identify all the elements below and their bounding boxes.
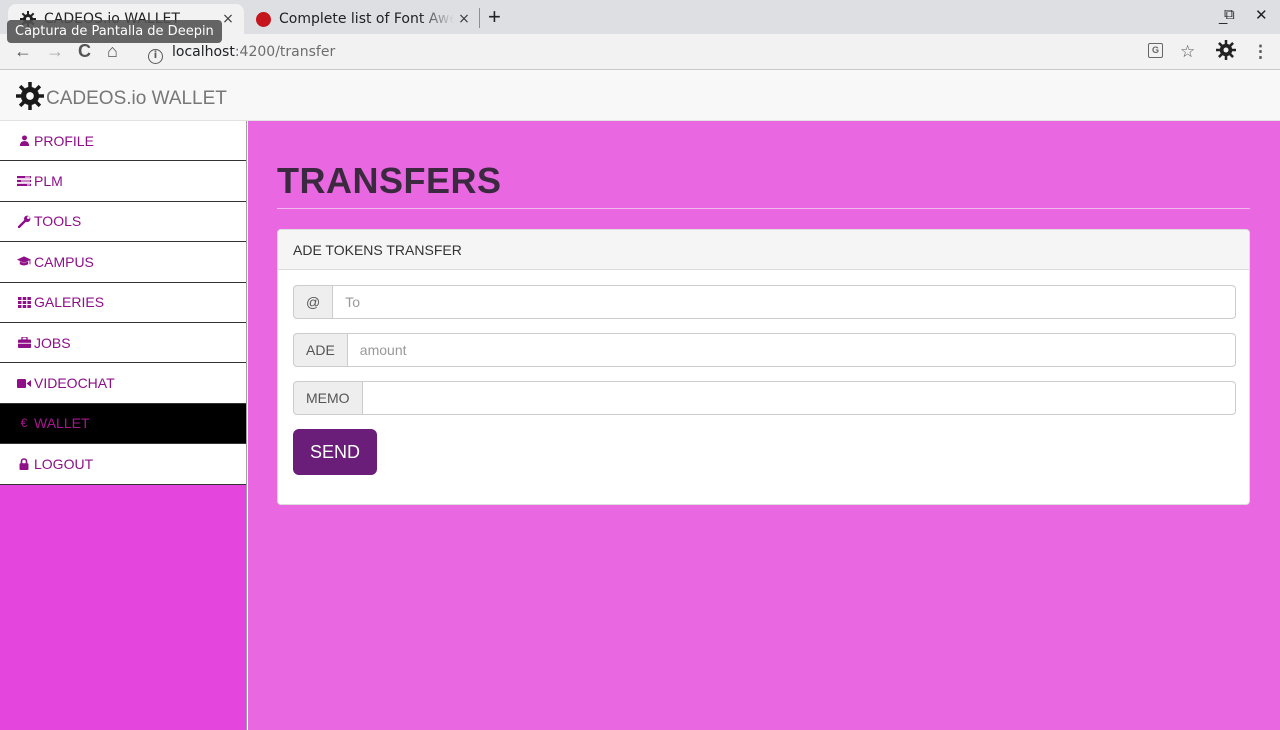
ade-addon: ADE xyxy=(293,333,347,367)
user-icon xyxy=(17,135,31,147)
tooltip: Captura de Pantalla de Deepin xyxy=(7,20,222,43)
brand-name: CADEOS.io WALLET xyxy=(46,88,227,109)
restore-button[interactable]: ⧉ xyxy=(1224,6,1235,23)
forward-arrow-icon[interactable]: → xyxy=(46,40,64,62)
tab-close-icon[interactable]: × xyxy=(454,11,474,27)
bookmark-star-icon[interactable]: ☆ xyxy=(1180,42,1195,62)
brand-link[interactable]: CADEOS.io WALLET xyxy=(16,82,227,116)
sidebar-item-profile[interactable]: PROFILE xyxy=(0,121,246,162)
red-circle-favicon-icon xyxy=(256,11,271,27)
sidebar-item-jobs[interactable]: JOBS xyxy=(0,322,246,364)
reload-icon[interactable]: C xyxy=(78,40,91,62)
amount-input-group: ADE xyxy=(293,333,1236,367)
home-icon[interactable]: ⌂ xyxy=(107,40,118,62)
sidebar-item-label: WALLET xyxy=(34,415,90,432)
menu-kebab-icon[interactable]: ⋮ xyxy=(1252,42,1269,62)
url-path: :4200/transfer xyxy=(234,44,336,60)
tab-title: Complete list of Font Awesome xyxy=(279,11,454,27)
sidebar-item-videochat[interactable]: VIDEOCHAT xyxy=(0,363,246,404)
briefcase-icon xyxy=(17,337,31,349)
main-content: TRANSFERS ADE TOKENS TRANSFER @ ADE MEMO… xyxy=(248,121,1280,730)
sidebar-item-wallet[interactable]: € WALLET xyxy=(0,403,246,445)
sidebar-item-label: JOBS xyxy=(34,334,71,351)
sidebar-item-label: PLM xyxy=(34,173,63,190)
sidebar-item-label: CAMPUS xyxy=(34,253,94,270)
to-input-group: @ xyxy=(293,285,1236,319)
sidebar-item-label: VIDEOCHAT xyxy=(34,375,115,392)
transfer-panel: ADE TOKENS TRANSFER @ ADE MEMO SEND xyxy=(277,229,1250,505)
euro-icon: € xyxy=(20,416,28,431)
to-input[interactable] xyxy=(332,285,1236,319)
close-window-button[interactable]: ✕ xyxy=(1255,6,1268,24)
send-button[interactable]: SEND xyxy=(293,429,377,475)
wrench-icon xyxy=(17,215,31,228)
tab-separator xyxy=(479,8,480,28)
th-icon xyxy=(17,296,31,308)
sidebar-item-label: LOGOUT xyxy=(34,455,94,472)
tasks-icon xyxy=(17,176,31,187)
info-icon[interactable]: i xyxy=(148,49,163,64)
extension-gear-icon[interactable] xyxy=(1216,40,1236,65)
sidebar-item-logout[interactable]: LOGOUT xyxy=(0,444,246,485)
sidebar: PROFILE PLM TOOLS CAMPUS GALERIES JOBS V… xyxy=(0,121,247,730)
sidebar-item-label: GALERIES xyxy=(34,294,105,311)
new-tab-button[interactable]: + xyxy=(488,4,501,30)
at-addon: @ xyxy=(293,285,333,319)
sidebar-item-label: PROFILE xyxy=(34,132,94,149)
gear-logo-icon xyxy=(16,82,44,116)
panel-heading: ADE TOKENS TRANSFER xyxy=(278,230,1249,270)
page-title: TRANSFERS xyxy=(277,160,502,201)
app-header: CADEOS.io WALLET xyxy=(0,70,1280,121)
memo-input[interactable] xyxy=(361,381,1236,415)
video-camera-icon xyxy=(17,378,31,388)
translate-icon[interactable]: G xyxy=(1148,43,1163,58)
sidebar-item-campus[interactable]: CAMPUS xyxy=(0,242,246,283)
address-bar[interactable]: i localhost:4200/transfer xyxy=(140,37,1204,67)
sidebar-item-galeries[interactable]: GALERIES xyxy=(0,282,246,323)
memo-input-group: MEMO xyxy=(293,381,1236,415)
lock-icon xyxy=(17,458,31,470)
tab-font-awesome[interactable]: Complete list of Font Awesome × xyxy=(248,4,480,34)
title-divider xyxy=(277,208,1250,209)
sidebar-item-plm[interactable]: PLM xyxy=(0,161,246,202)
back-arrow-icon[interactable]: ← xyxy=(14,40,32,62)
sidebar-item-tools[interactable]: TOOLS xyxy=(0,201,246,243)
amount-input[interactable] xyxy=(346,333,1236,367)
url-host: localhost xyxy=(172,44,235,60)
memo-addon: MEMO xyxy=(293,381,362,415)
sidebar-item-label: TOOLS xyxy=(34,213,82,230)
graduation-cap-icon xyxy=(17,256,31,267)
